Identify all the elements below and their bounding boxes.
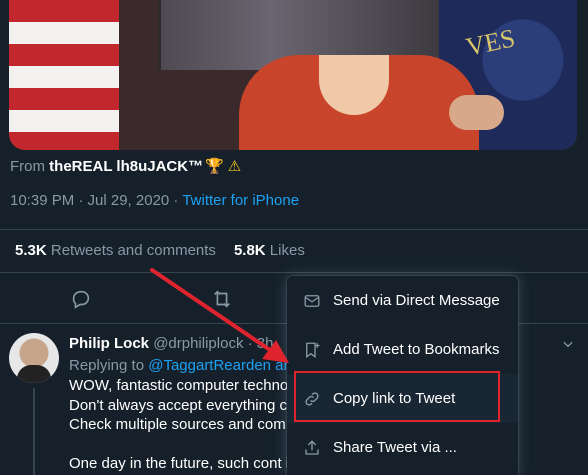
divider xyxy=(0,272,588,273)
upload-icon xyxy=(305,439,319,455)
tweet-detail-page: VES From theREAL lh8uJACK™ 🏆 ⚠ 10:39 PM · … xyxy=(0,0,588,475)
avatar[interactable] xyxy=(9,333,59,383)
chevron-down-icon[interactable] xyxy=(561,337,575,351)
retweets-label: Retweets and comments xyxy=(50,242,216,259)
reply-time: ock · 3h xyxy=(220,335,274,352)
likes-stat[interactable]: 5.8K Likes xyxy=(234,242,305,259)
timestamp-text: 10:39 PM · Jul 29, 2020 · xyxy=(10,192,183,209)
divider xyxy=(0,229,588,230)
source-account-link[interactable]: theREAL lh8uJACK™ xyxy=(49,158,203,175)
tweet-source-link[interactable]: Twitter for iPhone xyxy=(182,192,299,209)
menu-item-send-dm[interactable]: Send via Direct Message xyxy=(287,276,518,325)
reply-author-handle[interactable]: @drphilipl xyxy=(153,335,220,352)
mail-icon xyxy=(304,294,320,307)
replying-to-link[interactable]: @TaggartRearden an xyxy=(148,357,292,374)
likes-label: Likes xyxy=(269,242,305,259)
thread-line xyxy=(33,388,35,475)
retweets-stat[interactable]: 5.3K Retweets and comments xyxy=(15,242,216,259)
from-prefix: From xyxy=(10,158,45,175)
warning-icon: ⚠ xyxy=(227,158,242,175)
replying-prefix: Replying to xyxy=(69,357,149,374)
retweets-count: 5.3K xyxy=(15,242,47,259)
replying-to-line: Replying to @TaggartRearden an xyxy=(69,357,292,374)
tweet-stats: 5.3K Retweets and comments 5.8K Likes xyxy=(15,242,305,259)
reply-author-name[interactable]: Philip Lock xyxy=(69,335,149,352)
bookmark-icon xyxy=(306,342,320,358)
tweet-timestamp: 10:39 PM · Jul 29, 2020 · Twitter for iP… xyxy=(10,192,299,209)
menu-item-label: Share Tweet via ... xyxy=(333,439,457,456)
video-source-line: From theREAL lh8uJACK™ 🏆 ⚠ xyxy=(10,157,241,175)
menu-item-share-via[interactable]: Share Tweet via ... xyxy=(287,423,518,472)
tweet-media-image[interactable]: VES xyxy=(9,0,577,150)
menu-item-label: Add Tweet to Bookmarks xyxy=(333,341,500,358)
annotation-highlight-box xyxy=(294,371,500,422)
trophy-icon: 🏆 xyxy=(205,158,224,175)
retweet-icon[interactable] xyxy=(211,288,233,310)
menu-item-label: Send via Direct Message xyxy=(333,292,500,309)
menu-item-bookmark[interactable]: Add Tweet to Bookmarks xyxy=(287,325,518,374)
reply-icon[interactable] xyxy=(70,288,92,310)
likes-count: 5.8K xyxy=(233,242,266,259)
flag-graphic xyxy=(9,0,119,150)
reply-header: Philip Lock @drphiliplock · 3h xyxy=(69,335,273,352)
